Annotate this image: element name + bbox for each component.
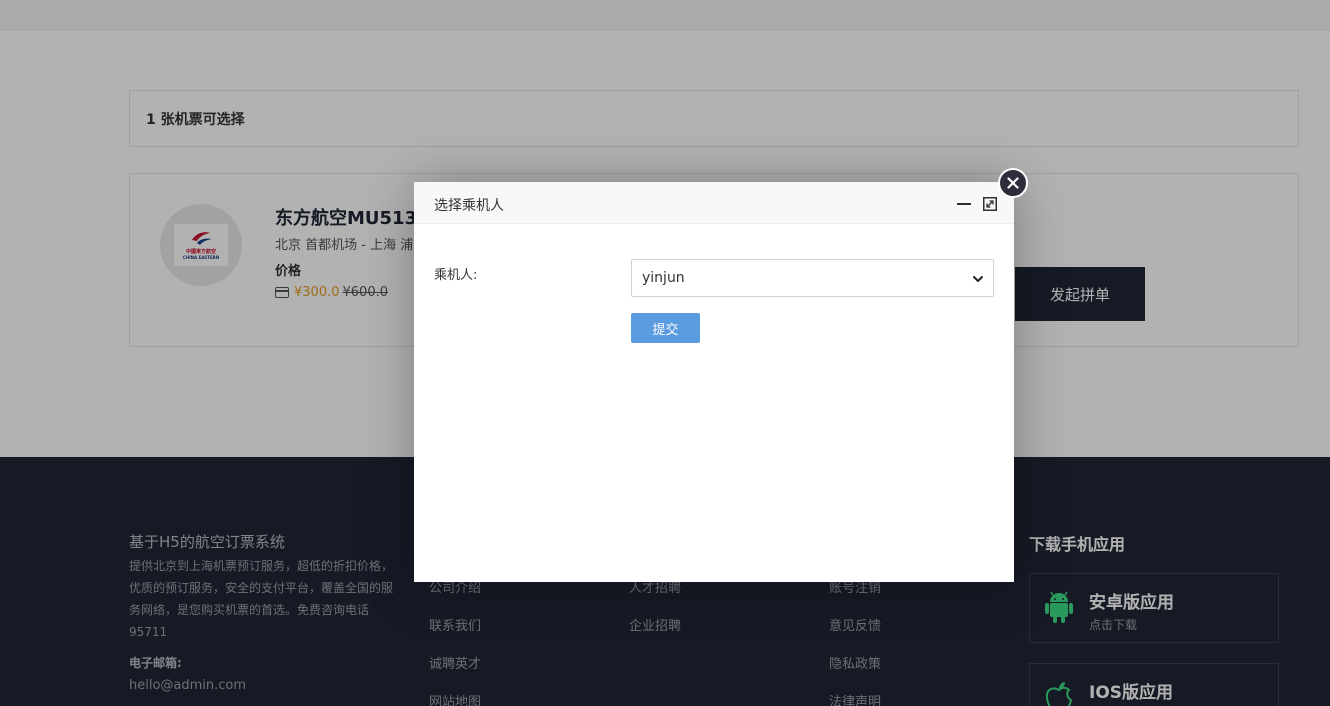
close-x-glyph bbox=[1007, 177, 1019, 189]
minimize-icon[interactable] bbox=[957, 196, 971, 210]
passenger-label: 乘机人: bbox=[434, 268, 478, 283]
maximize-icon[interactable] bbox=[983, 197, 997, 211]
dialog-title: 选择乘机人 bbox=[434, 198, 504, 214]
dialog-header: 选择乘机人 bbox=[414, 168, 1028, 224]
passenger-select[interactable]: yinjun bbox=[631, 259, 994, 297]
passenger-select-value: yinjun bbox=[642, 270, 685, 286]
chevron-down-icon bbox=[973, 276, 983, 282]
submit-button[interactable]: 提交 bbox=[631, 313, 700, 343]
select-passenger-dialog: 选择乘机人 乘机人: yinjun 提交 bbox=[414, 168, 1028, 582]
close-icon[interactable] bbox=[998, 168, 1028, 198]
